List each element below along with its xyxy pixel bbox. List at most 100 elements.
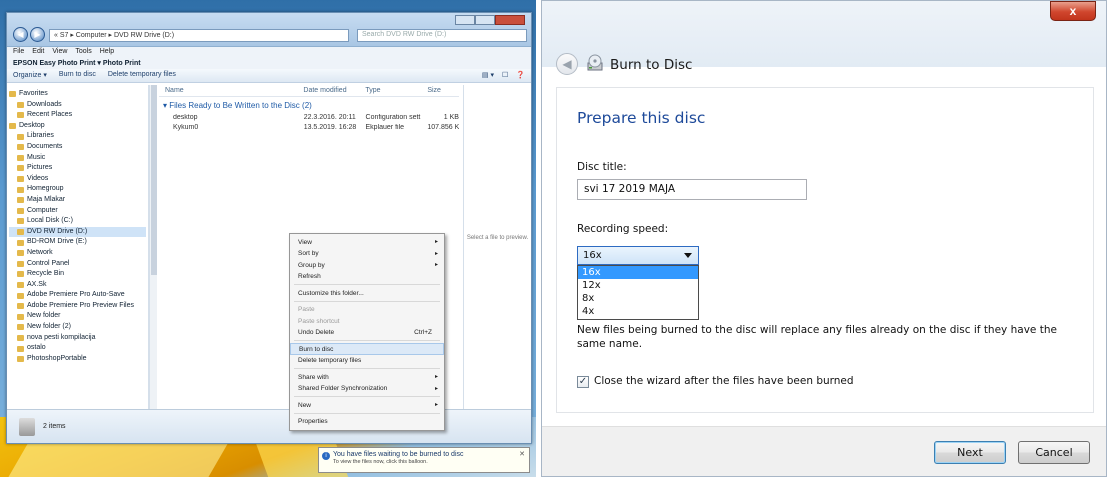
- close-button[interactable]: [495, 15, 525, 25]
- search-input[interactable]: Search DVD RW Drive (D:): [357, 29, 527, 42]
- nav-item[interactable]: Computer: [9, 206, 146, 217]
- address-bar[interactable]: « S7 ▸ Computer ▸ DVD RW Drive (D:): [49, 29, 349, 42]
- file-name: Kykum0: [173, 124, 199, 131]
- nav-item[interactable]: PhotoshopPortable: [9, 354, 146, 365]
- nav-item[interactable]: Desktop: [9, 121, 146, 132]
- close-icon[interactable]: x: [1050, 1, 1096, 21]
- preview-pane-icon[interactable]: ☐: [502, 71, 508, 80]
- group-header[interactable]: ▾ Files Ready to Be Written to the Disc …: [159, 97, 459, 114]
- column-header[interactable]: Type: [359, 87, 421, 96]
- back-arrow-icon[interactable]: ◀: [13, 27, 28, 42]
- context-menu-item[interactable]: Share with ▸: [290, 371, 444, 383]
- context-menu-item[interactable]: Undo Delete Ctrl+Z: [290, 327, 444, 339]
- help-icon[interactable]: ❓: [516, 71, 525, 80]
- context-menu-item[interactable]: Properties: [290, 416, 444, 428]
- folder-icon: [17, 144, 24, 151]
- burn-to-disc-button[interactable]: Burn to disc: [59, 71, 96, 80]
- close-wizard-checkbox[interactable]: ✓: [577, 376, 589, 388]
- menu-separator: [294, 368, 440, 369]
- nav-item-label: Libraries: [27, 132, 54, 140]
- menu-item-edit[interactable]: Edit: [32, 48, 44, 57]
- balloon-close-icon[interactable]: ✕: [519, 450, 525, 458]
- nav-item[interactable]: Local Disk (C:): [9, 216, 146, 227]
- column-header[interactable]: Date modified: [297, 87, 359, 96]
- nav-item[interactable]: Recycle Bin: [9, 269, 146, 280]
- context-menu-item[interactable]: New ▸: [290, 399, 444, 411]
- nav-item[interactable]: Documents: [9, 142, 146, 153]
- column-header[interactable]: Size: [421, 87, 459, 96]
- nav-item[interactable]: New folder (2): [9, 322, 146, 333]
- nav-item[interactable]: Maja Mlakar: [9, 195, 146, 206]
- delete-temporary-files-button[interactable]: Delete temporary files: [108, 71, 176, 80]
- context-menu-item[interactable]: Delete temporary files: [290, 355, 444, 367]
- view-options-icon[interactable]: ▤ ▾: [482, 71, 494, 80]
- menu-item-help[interactable]: Help: [100, 48, 114, 57]
- nav-item[interactable]: New folder: [9, 311, 146, 322]
- context-menu-item[interactable]: Paste shortcut: [290, 315, 444, 327]
- page-title: Prepare this disc: [577, 109, 706, 127]
- nav-item[interactable]: Homegroup: [9, 184, 146, 195]
- cancel-button[interactable]: Cancel: [1018, 441, 1090, 464]
- speed-option[interactable]: 8x: [578, 292, 698, 305]
- nav-item[interactable]: DVD RW Drive (D:): [9, 226, 146, 238]
- nav-item-label: Downloads: [27, 100, 62, 108]
- organize-button[interactable]: Organize ▾: [13, 71, 47, 80]
- context-menu-item[interactable]: Refresh: [290, 271, 444, 283]
- burn-notification-balloon[interactable]: i You have files waiting to be burned to…: [318, 447, 530, 473]
- maximize-button[interactable]: [475, 15, 495, 25]
- forward-arrow-icon[interactable]: ▶: [30, 27, 45, 42]
- context-menu-item[interactable]: Sort by ▸: [290, 248, 444, 260]
- speed-option[interactable]: 4x: [578, 305, 698, 318]
- nav-item[interactable]: Control Panel: [9, 259, 146, 270]
- nav-item[interactable]: ostalo: [9, 343, 146, 354]
- nav-item[interactable]: AX.Sk: [9, 280, 146, 291]
- epson-toolbar[interactable]: EPSON Easy Photo Print ▾ Photo Print: [7, 58, 531, 69]
- context-menu-item[interactable]: Burn to disc: [290, 343, 444, 355]
- column-header[interactable]: Name: [159, 87, 297, 96]
- menu-item-view[interactable]: View: [52, 48, 67, 57]
- nav-item[interactable]: Libraries: [9, 131, 146, 142]
- context-menu-item[interactable]: Group by ▸: [290, 259, 444, 271]
- context-menu-label: Paste: [298, 306, 315, 314]
- context-menu-item[interactable]: Shared Folder Synchronization ▸: [290, 383, 444, 395]
- speed-option[interactable]: 16x: [578, 266, 698, 279]
- nav-item[interactable]: Adobe Premiere Pro Auto-Save: [9, 290, 146, 301]
- folder-icon: [17, 271, 24, 278]
- nav-item[interactable]: Adobe Premiere Pro Preview Files: [9, 301, 146, 312]
- context-menu-item[interactable]: Paste: [290, 304, 444, 316]
- navigation-scrollbar[interactable]: [149, 85, 157, 410]
- nav-item[interactable]: nova pesti kompilacija: [9, 333, 146, 344]
- nav-item-label: Recent Places: [27, 111, 73, 119]
- nav-item[interactable]: Pictures: [9, 163, 146, 174]
- file-type: Configuration sett...: [365, 114, 422, 121]
- folder-icon: [17, 133, 24, 140]
- context-menu-item[interactable]: View ▸: [290, 236, 444, 248]
- nav-item[interactable]: Videos: [9, 174, 146, 185]
- nav-item[interactable]: BD-ROM Drive (E:): [9, 237, 146, 248]
- folder-icon: [17, 101, 24, 108]
- nav-item[interactable]: Downloads: [9, 100, 146, 111]
- chevron-down-icon[interactable]: [684, 253, 692, 258]
- close-wizard-label[interactable]: Close the wizard after the files have be…: [594, 375, 854, 387]
- nav-item[interactable]: Recent Places: [9, 110, 146, 121]
- file-row[interactable]: Kykum0 13.5.2019. 16:28 Ekplauer file 107.8…: [159, 124, 459, 134]
- minimize-button[interactable]: [455, 15, 475, 25]
- nav-item[interactable]: Favorites: [9, 89, 146, 100]
- nav-item-label: Network: [27, 248, 53, 256]
- menu-item-file[interactable]: File: [13, 48, 24, 57]
- file-row[interactable]: desktop 22.3.2016. 20:11 Configuration set…: [159, 114, 459, 124]
- folder-icon: [17, 154, 24, 161]
- nav-item[interactable]: Network: [9, 248, 146, 259]
- disc-title-input[interactable]: svi 17 2019 MAJA: [577, 179, 807, 200]
- next-button[interactable]: Next: [934, 441, 1006, 464]
- navigation-pane: Favorites Downloads Recent Places Desktop Li…: [7, 85, 149, 410]
- recording-speed-select[interactable]: 16x: [577, 246, 699, 265]
- nav-item-label: Favorites: [19, 90, 48, 97]
- speed-option[interactable]: 12x: [578, 279, 698, 292]
- menu-separator: [294, 396, 440, 397]
- context-menu-item[interactable]: Customize this folder...: [290, 287, 444, 299]
- nav-item[interactable]: Music: [9, 153, 146, 164]
- menu-item-tools[interactable]: Tools: [75, 48, 91, 57]
- back-arrow-icon[interactable]: ◀: [556, 53, 578, 75]
- command-toolbar: Organize ▾ Burn to disc Delete temporary…: [7, 69, 531, 83]
